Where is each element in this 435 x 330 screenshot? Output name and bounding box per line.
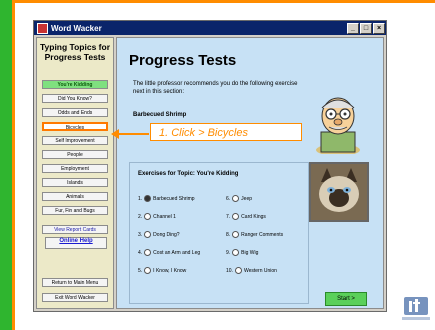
- sidebar-item-bicycles[interactable]: Bicycles: [42, 122, 108, 131]
- exercise-item[interactable]: 10. Western Union: [226, 267, 277, 274]
- title-bar: Word Wacker _ □ ×: [34, 21, 386, 35]
- exercise-number: 9.: [226, 249, 231, 256]
- radio-button[interactable]: [232, 249, 240, 256]
- exercise-label: I Know, I Know: [153, 267, 187, 274]
- exercise-item[interactable]: 2. Channel 1: [138, 213, 176, 220]
- exercise-item[interactable]: 5. I Know, I Know: [138, 267, 186, 274]
- app-icon: [37, 22, 48, 34]
- exercise-label: Dong Ding?: [153, 231, 180, 238]
- app-window: Word Wacker _ □ × Typing Topics for Prog…: [33, 20, 387, 312]
- intro-text: The little professor recommends you do t…: [133, 81, 298, 95]
- exercise-item[interactable]: 8. Ranger Comments: [226, 231, 283, 238]
- minimize-button[interactable]: _: [347, 22, 359, 34]
- sidebar-item-people[interactable]: People: [42, 150, 108, 159]
- sidebar-item-youre-kidding[interactable]: You're Kidding: [42, 80, 108, 89]
- exit-word-wacker-button[interactable]: Exit Word Wacker: [42, 293, 108, 302]
- instruction-callout: 1. Click > Bicycles: [150, 123, 302, 141]
- exercise-item[interactable]: 6. Jeep: [226, 195, 252, 202]
- exercise-item[interactable]: 3. Dong Ding?: [138, 231, 180, 238]
- exercise-number: 5.: [138, 267, 143, 274]
- top-accent-line: [12, 0, 435, 3]
- view-report-cards-button[interactable]: View Report Cards: [42, 225, 108, 234]
- exercise-item[interactable]: 9. Big Wig: [226, 249, 258, 256]
- exercise-label: Channel 1: [153, 213, 176, 220]
- sidebar-item-did-you-know[interactable]: Did You Know?: [42, 94, 108, 103]
- sidebar-item-self-improvement[interactable]: Self Improvement: [42, 136, 108, 145]
- radio-button[interactable]: [232, 213, 240, 220]
- exercise-panel: Exercises for Topic: You're Kidding 1. Ba…: [129, 162, 309, 304]
- professor-illustration: [316, 97, 360, 154]
- exercise-number: 7.: [226, 213, 231, 220]
- exercise-label: Big Wig: [241, 249, 259, 256]
- radio-button[interactable]: [144, 195, 152, 202]
- radio-button[interactable]: [144, 213, 152, 220]
- window-title: Word Wacker: [51, 23, 102, 33]
- exercise-item[interactable]: 1. Barbecued Shrimp: [138, 195, 195, 202]
- cat-photo: [309, 162, 369, 222]
- exercise-number: 4.: [138, 249, 143, 256]
- exercise-number: 10.: [226, 267, 233, 274]
- sidebar-item-odds-and-ends[interactable]: Odds and Ends: [42, 108, 108, 117]
- sidebar-item-islands[interactable]: Islands: [42, 178, 108, 187]
- sidebar-item-fur-fin-bugs[interactable]: Fur, Fin and Bugs: [42, 206, 108, 215]
- close-button[interactable]: ×: [373, 22, 385, 34]
- brand-logo-icon: [402, 297, 430, 320]
- callout-arrow-icon: [111, 129, 149, 139]
- sidebar-item-employment[interactable]: Employment: [42, 164, 108, 173]
- exercise-number: 1.: [138, 195, 143, 202]
- exercise-label: Western Union: [243, 267, 277, 274]
- exercise-item[interactable]: 4. Cost an Arm and Leg: [138, 249, 200, 256]
- return-to-main-menu-button[interactable]: Return to Main Menu: [42, 278, 108, 287]
- sidebar-item-animals[interactable]: Animals: [42, 192, 108, 201]
- left-accent-bar: [0, 0, 12, 330]
- radio-button[interactable]: [234, 267, 242, 274]
- online-help-link[interactable]: Online Help: [45, 237, 107, 249]
- left-accent-line: [12, 3, 15, 330]
- radio-button[interactable]: [144, 249, 152, 256]
- exercise-label: Ranger Comments: [241, 231, 284, 238]
- radio-button[interactable]: [144, 267, 152, 274]
- exercise-label: Card Kings: [241, 213, 266, 220]
- radio-button[interactable]: [144, 231, 152, 238]
- exercise-number: 3.: [138, 231, 143, 238]
- radio-button[interactable]: [232, 231, 240, 238]
- exercise-number: 2.: [138, 213, 143, 220]
- exercise-number: 8.: [226, 231, 231, 238]
- exercise-number: 6.: [226, 195, 231, 202]
- sidebar-title: Typing Topics for Progress Tests: [39, 42, 111, 62]
- main-panel: Progress Tests The little professor reco…: [116, 37, 384, 309]
- maximize-button[interactable]: □: [360, 22, 372, 34]
- recommended-exercise: Barbecued Shrimp: [133, 112, 187, 118]
- topic-sidebar: Typing Topics for Progress Tests You're …: [36, 37, 114, 309]
- exercise-label: Cost an Arm and Leg: [153, 249, 201, 256]
- exercise-item[interactable]: 7. Card Kings: [226, 213, 266, 220]
- page-title: Progress Tests: [129, 52, 237, 69]
- start-button[interactable]: Start >: [325, 292, 367, 306]
- exercise-panel-heading: Exercises for Topic: You're Kidding: [138, 171, 239, 177]
- exercise-label: Jeep: [241, 195, 253, 202]
- exercise-label: Barbecued Shrimp: [153, 195, 195, 202]
- radio-button[interactable]: [232, 195, 240, 202]
